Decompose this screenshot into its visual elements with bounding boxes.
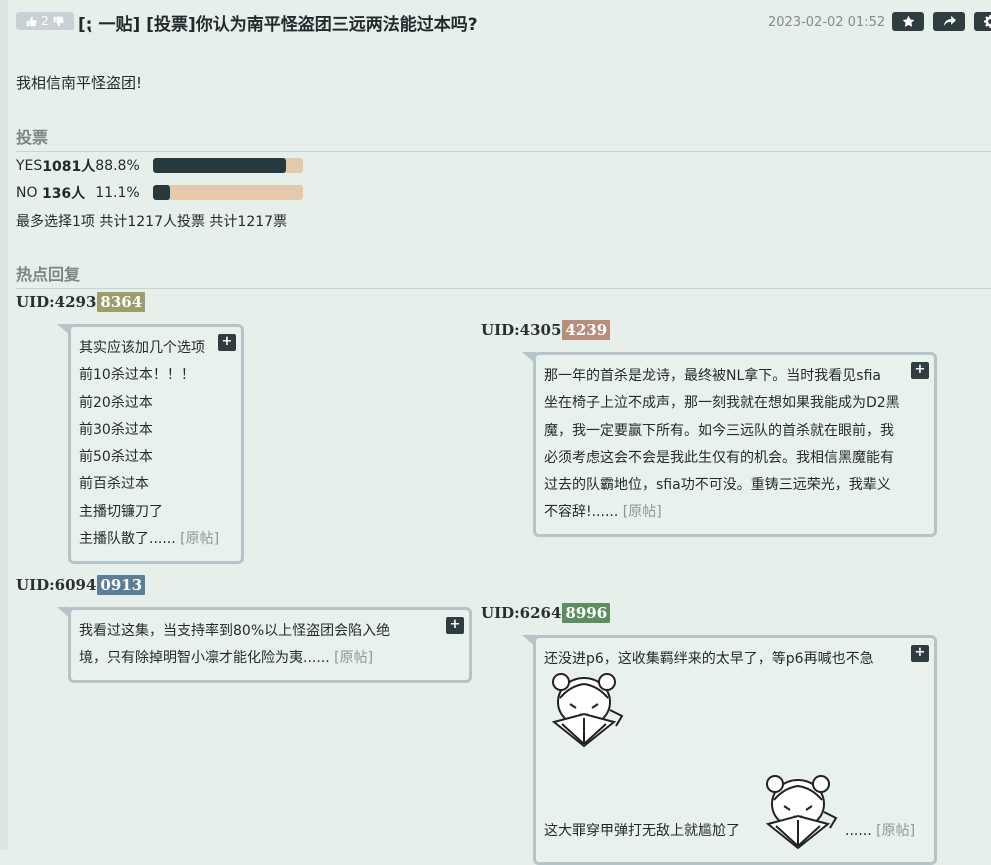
reply-line: 不容辞!......: [544, 504, 618, 520]
vote-summary: 最多选择1项 共计1217人投票 共计1217票: [16, 211, 287, 231]
reply-line: 境，只有除掉明智小凛才能化险为夷......: [79, 650, 330, 666]
reply-line: 前10杀过本！！！: [79, 362, 233, 389]
reply-uid[interactable]: UID:60940913: [16, 575, 145, 595]
uid-prefix: UID:4305: [481, 321, 561, 339]
gear-icon: [984, 15, 991, 28]
expand-button[interactable]: +: [446, 617, 464, 634]
reply-line: 前百杀过本: [79, 471, 233, 498]
reply-line: 必须考虑这会不会是我此生仅有的机会。我相信黑魔能有: [544, 445, 926, 472]
vote-option-label: YES: [16, 158, 42, 174]
reply-line: ......: [845, 823, 872, 839]
like-count: 2: [41, 14, 49, 28]
post-timestamp: 2023-02-02 01:52: [768, 15, 885, 30]
original-post-link[interactable]: [原帖]: [180, 531, 219, 547]
reply-line: 过去的队霸地位，sfia功不可没。重铸三远荣光，我辈义: [544, 472, 926, 499]
reply-uid[interactable]: UID:62648996: [481, 603, 610, 623]
reply-line: 其实应该加几个选项: [79, 335, 233, 362]
favorite-button[interactable]: [892, 12, 924, 31]
expand-button[interactable]: +: [218, 334, 236, 351]
original-post-link[interactable]: [原帖]: [876, 823, 915, 839]
expand-button[interactable]: +: [911, 645, 929, 662]
vote-bar-fill: [153, 158, 286, 173]
thumbs-down-icon[interactable]: [53, 16, 64, 27]
reply-line: 前30杀过本: [79, 417, 233, 444]
post-header: 2 [⁏ 一贴] [投票]你认为南平怪盗团三远两法能过本吗? 2023-02-0…: [16, 10, 991, 36]
reply-uid[interactable]: UID:42938364: [16, 292, 145, 312]
vote-bar-no: [153, 185, 303, 200]
like-counter[interactable]: 2: [16, 12, 74, 30]
uid-tag: 4239: [562, 320, 610, 340]
reply-line: 前50杀过本: [79, 444, 233, 471]
share-button[interactable]: [933, 12, 965, 31]
vote-option-no[interactable]: NO 136人 11.1%: [16, 183, 140, 203]
expand-button[interactable]: +: [911, 362, 929, 379]
vote-option-percent: 88.8%: [95, 158, 139, 174]
left-border: [0, 0, 8, 850]
vote-option-count: 136人: [42, 183, 85, 203]
uid-prefix: UID:6264: [481, 604, 561, 622]
vote-option-count: 1081人: [42, 156, 95, 176]
vote-bar-fill: [153, 185, 170, 200]
hot-replies-title: 热点回复: [16, 261, 991, 289]
reply-bubble: + 还没进p6，这收集羁绊来的太早了，等p6再喊也不急 这大罪穿甲弹打无敌上: [533, 635, 937, 865]
reply-line: 那一年的首杀是龙诗，最终被NL拿下。当时我看见sfia: [544, 363, 926, 390]
uid-prefix: UID:6094: [16, 576, 96, 594]
thumbs-up-icon[interactable]: [26, 16, 37, 27]
uid-prefix: UID:4293: [16, 293, 96, 311]
original-post-link[interactable]: [原帖]: [334, 650, 373, 666]
reply-line: 魔，我一定要赢下所有。如今三远队的首杀就在眼前，我: [544, 418, 926, 445]
uid-tag: 8996: [562, 603, 610, 623]
sticker-image: [758, 774, 844, 854]
reply-line: 主播队散了......: [79, 531, 176, 547]
sticker-image: [544, 672, 630, 752]
reply-line: 这大罪穿甲弹打无敌上就尴尬了: [544, 818, 740, 845]
vote-option-percent: 11.1%: [95, 185, 139, 201]
reply-line: 坐在椅子上泣不成声，那一刻我就在想如果我能成为D2黑: [544, 390, 926, 417]
original-post-link[interactable]: [原帖]: [623, 504, 662, 520]
vote-option-label: NO: [16, 185, 42, 201]
reply-line: 我看过这集，当支持率到80%以上怪盗团会陷入绝: [79, 618, 461, 645]
star-icon: [902, 15, 915, 28]
reply-bubble: + 我看过这集，当支持率到80%以上怪盗团会陷入绝 境，只有除掉明智小凛才能化险…: [68, 607, 472, 683]
uid-tag: 0913: [97, 575, 145, 595]
page-title: [⁏ 一贴] [投票]你认为南平怪盗团三远两法能过本吗?: [78, 10, 478, 35]
post-body: 我相信南平怪盗团!: [16, 72, 142, 93]
share-arrow-icon: [943, 15, 956, 28]
reply-uid[interactable]: UID:43054239: [481, 320, 610, 340]
settings-button[interactable]: [974, 12, 991, 31]
reply-bubble: + 那一年的首杀是龙诗，最终被NL拿下。当时我看见sfia 坐在椅子上泣不成声，…: [533, 352, 937, 537]
vote-option-yes[interactable]: YES1081人88.8%: [16, 156, 140, 176]
reply-line: 前20杀过本: [79, 390, 233, 417]
uid-tag: 8364: [97, 292, 145, 312]
vote-bar-yes: [153, 158, 303, 173]
reply-line: 主播切镰刀了: [79, 499, 233, 526]
reply-line: 还没进p6，这收集羁绊来的太早了，等p6再喊也不急: [544, 646, 926, 673]
vote-section-title: 投票: [16, 124, 991, 152]
reply-bubble: + 其实应该加几个选项 前10杀过本！！！ 前20杀过本 前30杀过本 前50杀…: [68, 324, 244, 564]
